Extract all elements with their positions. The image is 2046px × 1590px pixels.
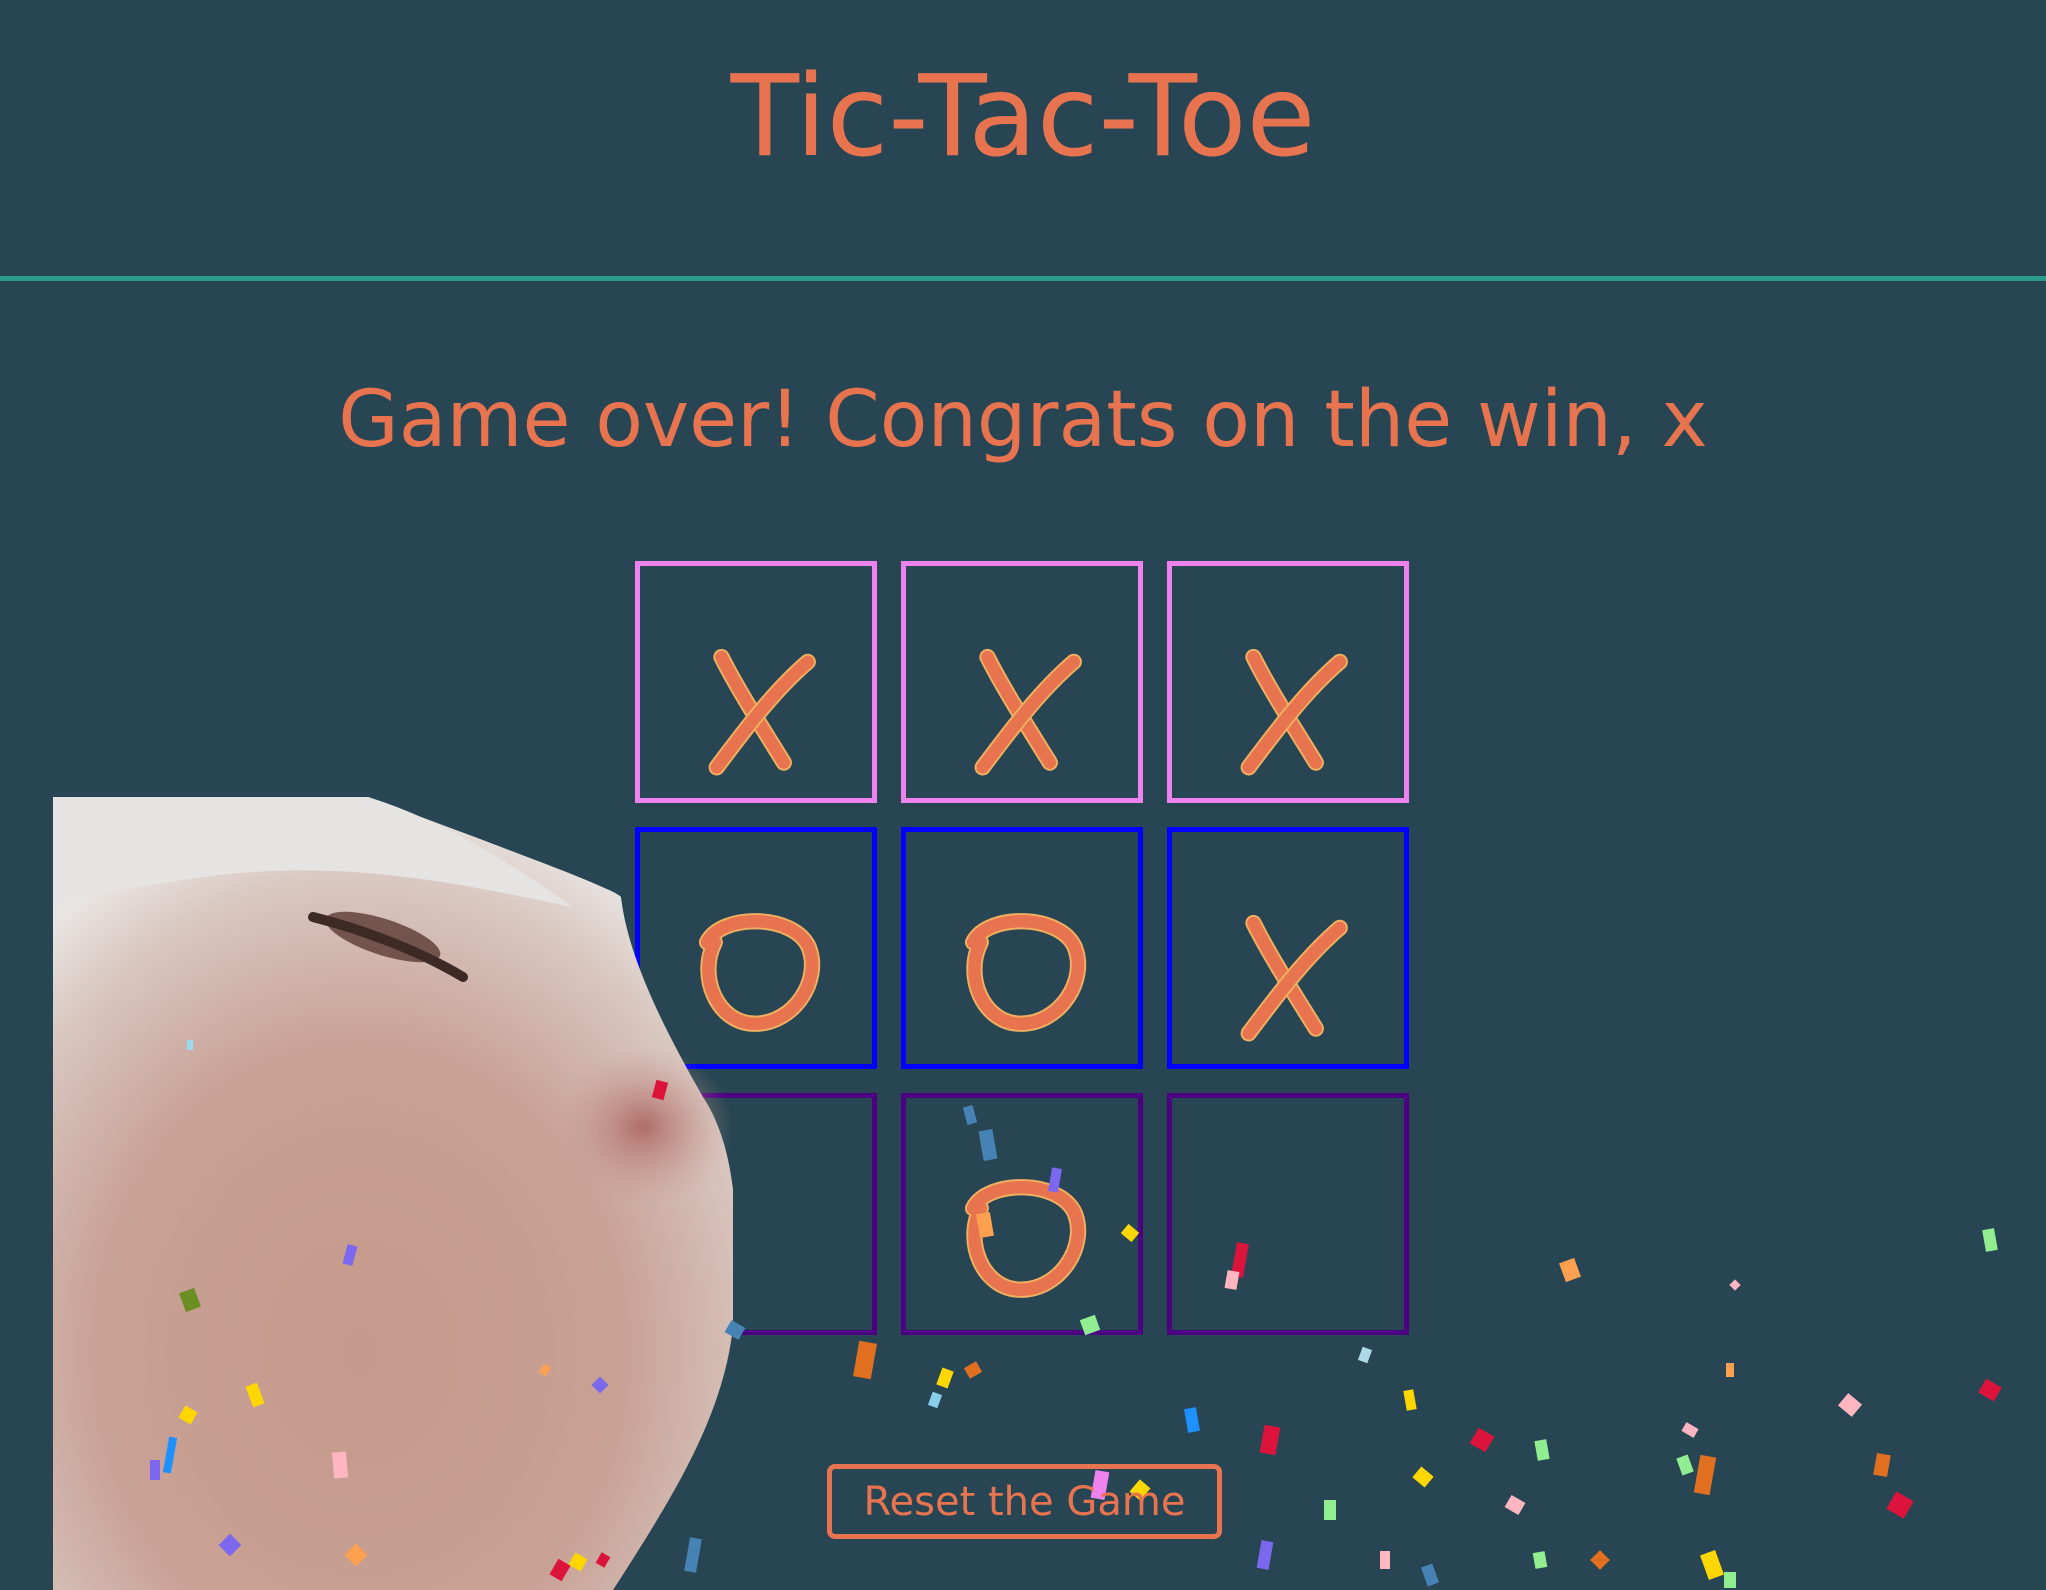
confetti-piece: [1873, 1452, 1891, 1478]
board-cell-0[interactable]: [635, 561, 877, 803]
confetti-piece: [1693, 1454, 1717, 1496]
confetti-piece: [853, 1340, 877, 1380]
x-mark: [1240, 648, 1348, 776]
confetti-piece: [1724, 1572, 1736, 1588]
confetti-piece: [1504, 1494, 1526, 1516]
confetti-piece: [1590, 1550, 1610, 1570]
board-cell-8[interactable]: [1167, 1093, 1409, 1335]
confetti-piece: [1380, 1551, 1390, 1569]
page-title: Tic-Tac-Toe: [730, 52, 1316, 182]
confetti-piece: [1357, 1346, 1373, 1364]
confetti-piece: [1412, 1466, 1434, 1488]
x-mark: [708, 648, 816, 776]
cat-meme-image: [53, 797, 733, 1590]
reset-game-button[interactable]: Reset the Game: [827, 1464, 1222, 1539]
board-cell-5[interactable]: [1167, 827, 1409, 1069]
game-status-message: Game over! Congrats on the win, x: [338, 375, 1708, 465]
confetti-piece: [1420, 1563, 1440, 1587]
confetti-piece: [1256, 1540, 1274, 1570]
board-cell-7[interactable]: [901, 1093, 1143, 1335]
confetti-piece: [1726, 1363, 1734, 1377]
x-mark: [1240, 914, 1348, 1042]
confetti-piece: [936, 1367, 954, 1389]
confetti-piece: [1729, 1279, 1741, 1291]
confetti-piece: [1469, 1427, 1495, 1453]
o-mark: [964, 913, 1087, 1032]
confetti-piece: [1978, 1378, 2002, 1402]
confetti-piece: [1324, 1500, 1336, 1520]
confetti-piece: [1559, 1257, 1581, 1283]
board-cell-1[interactable]: [901, 561, 1143, 803]
game-board: [635, 561, 1417, 1343]
confetti-piece: [963, 1361, 983, 1379]
confetti-piece: [1532, 1551, 1548, 1569]
confetti-piece: [1837, 1393, 1863, 1417]
confetti-piece: [1184, 1407, 1200, 1433]
confetti-piece: [1403, 1389, 1417, 1411]
confetti-piece: [1681, 1422, 1699, 1438]
game-page: Tic-Tac-Toe Game over! Congrats on the w…: [0, 0, 2046, 1590]
board-cell-2[interactable]: [1167, 561, 1409, 803]
confetti-piece: [927, 1391, 943, 1409]
confetti-piece: [1676, 1454, 1694, 1476]
confetti-piece: [1700, 1550, 1724, 1580]
board-cell-4[interactable]: [901, 827, 1143, 1069]
x-mark: [974, 648, 1082, 776]
confetti-piece: [1534, 1439, 1550, 1461]
o-mark: [964, 1179, 1087, 1298]
header-divider: [0, 276, 2046, 281]
confetti-piece: [1886, 1491, 1914, 1519]
confetti-piece: [1259, 1424, 1281, 1456]
confetti-piece: [1982, 1228, 1998, 1252]
